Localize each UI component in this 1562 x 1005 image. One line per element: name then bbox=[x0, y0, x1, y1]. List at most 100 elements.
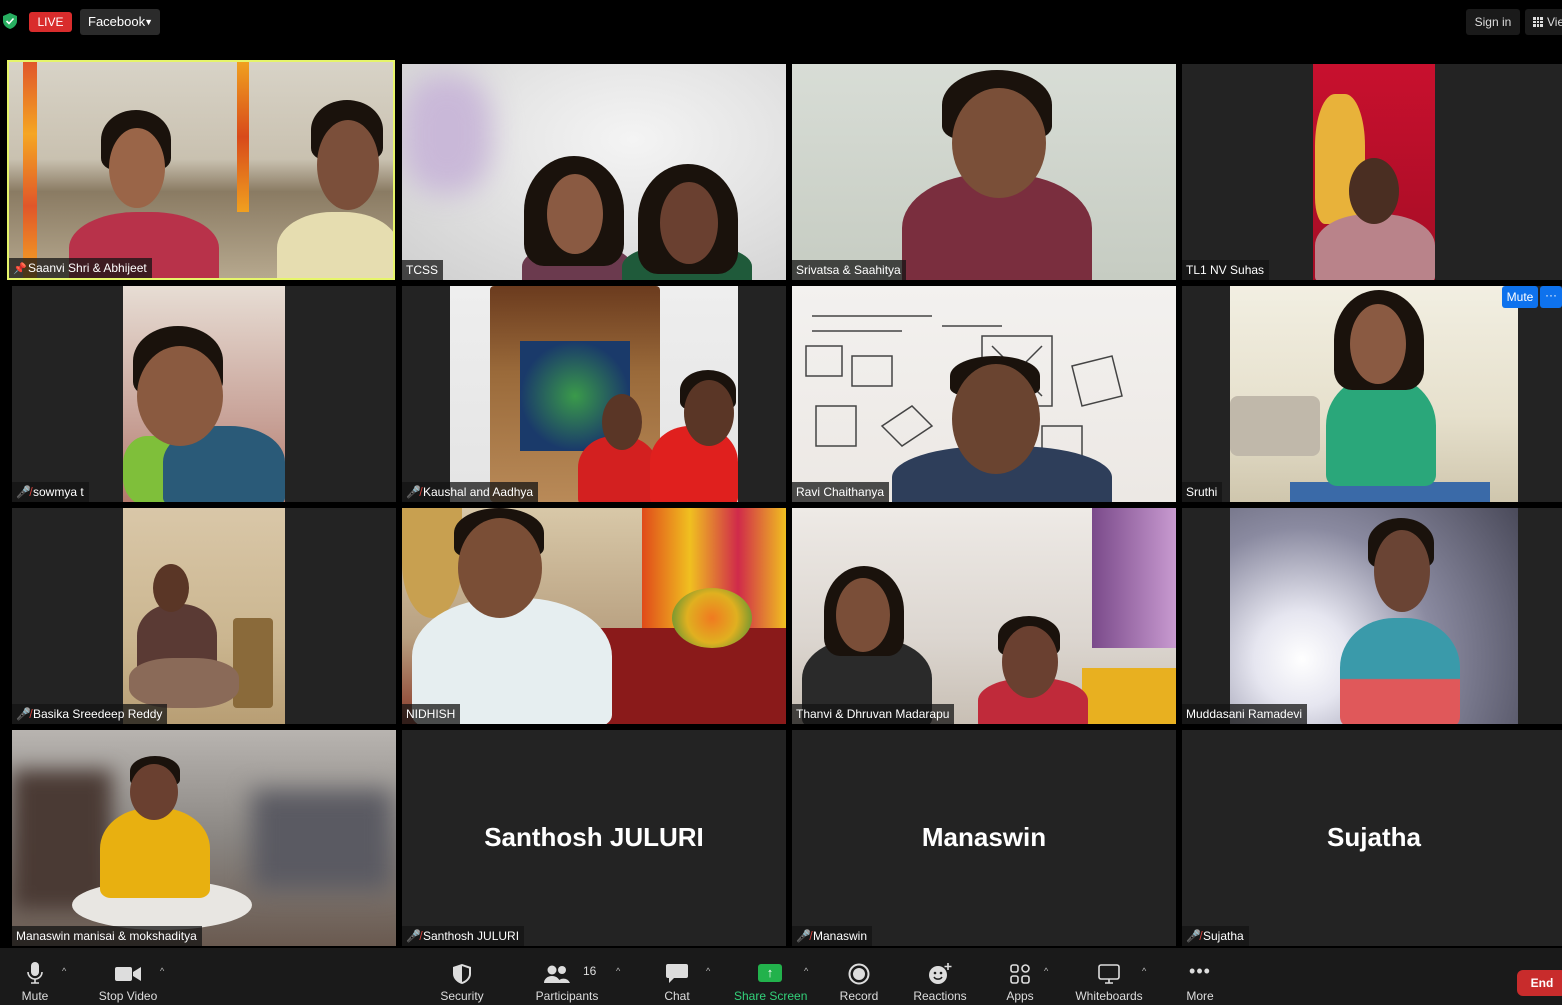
camera-icon bbox=[115, 967, 141, 981]
video-feed bbox=[792, 64, 1176, 280]
video-feed bbox=[450, 286, 738, 502]
mute-participant-button[interactable]: Mute bbox=[1502, 286, 1538, 308]
video-tile[interactable]: 🎤̸ Kaushal and Aadhya bbox=[402, 286, 786, 502]
mute-label: Mute bbox=[21, 989, 49, 1003]
stream-target-dropdown[interactable]: Facebook ▼ bbox=[80, 9, 160, 35]
live-badge[interactable]: LIVE bbox=[29, 12, 72, 32]
whiteboards-icon bbox=[1098, 964, 1120, 984]
video-options-chevron-icon[interactable]: ^ bbox=[160, 966, 164, 976]
reactions-button[interactable]: Reactions bbox=[912, 948, 968, 1005]
participants-label: Participants bbox=[535, 989, 599, 1003]
video-tile[interactable]: Muddasani Ramadevi bbox=[1182, 508, 1562, 724]
meeting-toolbar: Mute ^ Stop Video ^ Security Participant… bbox=[0, 948, 1562, 1005]
mic-off-icon: 🎤̸ bbox=[16, 485, 31, 499]
mute-button[interactable]: Mute bbox=[10, 948, 60, 1005]
table-cloth bbox=[1082, 668, 1176, 724]
more-icon: ••• bbox=[1189, 961, 1211, 981]
person-face bbox=[684, 380, 734, 446]
end-meeting-button[interactable]: End bbox=[1517, 970, 1562, 996]
chevron-down-icon: ▼ bbox=[144, 17, 153, 27]
top-bar: LIVE Facebook ▼ Sign in View bbox=[0, 0, 1562, 44]
person-face bbox=[458, 518, 542, 618]
rangoli-mat bbox=[582, 628, 786, 724]
share-screen-button[interactable]: ↑ Share Screen bbox=[734, 948, 807, 1005]
apps-label: Apps bbox=[1006, 989, 1034, 1003]
video-tile[interactable]: 🎤̸ Basika Sreedeep Reddy bbox=[12, 508, 396, 724]
participant-name-tag: 🎤̸ Santhosh JULURI bbox=[402, 926, 525, 946]
record-label: Record bbox=[839, 989, 879, 1003]
video-tile[interactable]: Sruthi Mute ··· bbox=[1182, 286, 1562, 502]
participant-name-tag: 📌Saanvi Shri & Abhijeet bbox=[9, 258, 152, 278]
person-face bbox=[109, 128, 165, 208]
participant-name-tag: Muddasani Ramadevi bbox=[1182, 704, 1308, 724]
stream-target-label: Facebook bbox=[88, 14, 146, 29]
participants-options-chevron-icon[interactable]: ^ bbox=[616, 966, 620, 976]
participant-name-tag: Sruthi bbox=[1182, 482, 1223, 502]
person-face bbox=[1002, 626, 1058, 698]
video-tile[interactable]: TCSS bbox=[402, 64, 786, 280]
mic-off-icon: 🎤̸ bbox=[16, 707, 31, 721]
video-tile[interactable]: Srivatsa & Saahitya bbox=[792, 64, 1176, 280]
stop-video-label: Stop Video bbox=[98, 989, 158, 1003]
share-options-chevron-icon[interactable]: ^ bbox=[804, 966, 808, 976]
video-tile[interactable]: Manaswin manisai & mokshaditya bbox=[12, 730, 396, 946]
participant-name-tag: Srivatsa & Saahitya bbox=[792, 260, 906, 280]
record-button[interactable]: Record bbox=[836, 948, 882, 1005]
video-tile[interactable]: Sujatha 🎤̸ Sujatha bbox=[1182, 730, 1562, 946]
view-button[interactable]: View bbox=[1525, 9, 1562, 35]
sofa bbox=[1230, 396, 1320, 456]
share-screen-icon: ↑ bbox=[758, 964, 782, 982]
video-tile[interactable]: NIDHISH bbox=[402, 508, 786, 724]
video-tile[interactable]: Ravi Chaithanya bbox=[792, 286, 1176, 502]
video-tile[interactable]: Thanvi & Dhruvan Madarapu bbox=[792, 508, 1176, 724]
person-face bbox=[1349, 158, 1399, 224]
person-face bbox=[836, 578, 890, 652]
participant-name-tag: 🎤̸ Manaswin bbox=[792, 926, 873, 946]
whiteboards-button[interactable]: Whiteboards bbox=[1072, 948, 1146, 1005]
participant-name-tag: 🎤̸ sowmya t bbox=[12, 482, 89, 502]
video-tile[interactable]: Santhosh JULURI 🎤̸ Santhosh JULURI bbox=[402, 730, 786, 946]
person-legs bbox=[129, 658, 239, 708]
shield-icon[interactable] bbox=[3, 13, 17, 29]
mic-off-icon: 🎤̸ bbox=[406, 929, 421, 943]
sign-in-button[interactable]: Sign in bbox=[1466, 9, 1520, 35]
chat-options-chevron-icon[interactable]: ^ bbox=[706, 966, 710, 976]
video-tile[interactable]: 🎤̸ sowmya t bbox=[12, 286, 396, 502]
more-button[interactable]: ••• More bbox=[1180, 948, 1220, 1005]
chat-label: Chat bbox=[664, 989, 690, 1003]
person-face bbox=[1350, 304, 1406, 384]
record-icon bbox=[848, 963, 870, 985]
participant-more-button[interactable]: ··· bbox=[1540, 286, 1562, 308]
brass-lamp bbox=[233, 618, 273, 708]
whiteboards-options-chevron-icon[interactable]: ^ bbox=[1142, 966, 1146, 976]
participant-display-name: Santhosh JULURI bbox=[484, 822, 704, 852]
security-button[interactable]: Security bbox=[434, 948, 490, 1005]
apps-options-chevron-icon[interactable]: ^ bbox=[1044, 966, 1048, 976]
chat-button[interactable]: Chat bbox=[654, 948, 700, 1005]
chat-icon bbox=[666, 964, 688, 983]
video-feed bbox=[1230, 286, 1518, 502]
apps-button[interactable]: Apps bbox=[1000, 948, 1040, 1005]
participant-display-name: Sujatha bbox=[1327, 822, 1421, 852]
video-feed bbox=[123, 286, 285, 502]
person bbox=[277, 212, 393, 278]
video-tile[interactable]: Manaswin 🎤̸ Manaswin bbox=[792, 730, 1176, 946]
video-tile[interactable]: TL1 NV Suhas bbox=[1182, 64, 1562, 280]
video-feed bbox=[792, 286, 1176, 502]
person-face bbox=[1374, 530, 1430, 612]
video-feed bbox=[402, 508, 786, 724]
video-feed bbox=[792, 508, 1176, 724]
person-face bbox=[137, 346, 223, 446]
flower-garland bbox=[237, 62, 249, 212]
person bbox=[1326, 376, 1436, 486]
participant-name-tag: Thanvi & Dhruvan Madarapu bbox=[792, 704, 955, 724]
participant-name-tag: NIDHISH bbox=[402, 704, 461, 724]
stop-video-button[interactable]: Stop Video bbox=[92, 948, 164, 1005]
participant-display-name: Manaswin bbox=[921, 822, 1047, 852]
banner-text bbox=[1409, 159, 1435, 199]
video-feed bbox=[12, 730, 396, 946]
audio-options-chevron-icon[interactable]: ^ bbox=[62, 966, 66, 976]
video-tile[interactable]: 📌Saanvi Shri & Abhijeet bbox=[7, 60, 395, 280]
curtain bbox=[1092, 508, 1176, 648]
video-feed bbox=[1313, 64, 1435, 280]
